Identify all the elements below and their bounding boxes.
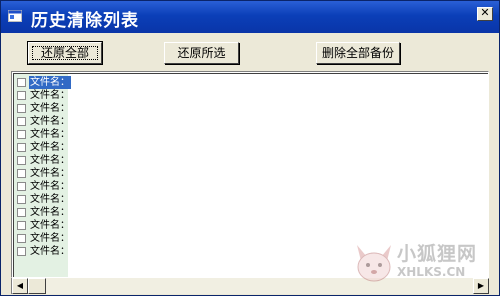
file-name-label: 文件名：	[30, 103, 70, 114]
delete-all-backups-button[interactable]: 删除全部备份	[316, 42, 400, 64]
list-item[interactable]: 文件名：	[14, 167, 74, 180]
list-item[interactable]: 文件名：	[14, 206, 74, 219]
list-item[interactable]: 文件名：	[14, 180, 74, 193]
file-checkbox[interactable]	[17, 234, 26, 243]
file-name-label: 文件名：	[30, 116, 70, 127]
file-checkbox[interactable]	[17, 104, 26, 113]
file-checkbox[interactable]	[17, 91, 26, 100]
file-checkbox[interactable]	[17, 247, 26, 256]
file-name-label: 文件名：	[30, 220, 70, 231]
file-name-label: 文件名：	[30, 207, 70, 218]
list-item[interactable]: 文件名：	[14, 154, 74, 167]
watermark-text-cn: 小狐狸网	[397, 243, 478, 265]
list-item[interactable]: 文件名：	[14, 128, 74, 141]
scroll-left-button[interactable]: ◀	[12, 278, 28, 294]
file-name-label: 文件名：	[30, 129, 70, 140]
list-item[interactable]: 文件名：	[14, 232, 74, 245]
file-checkbox[interactable]	[17, 169, 26, 178]
restore-all-button[interactable]: 还原全部	[27, 41, 103, 65]
app-icon	[8, 10, 22, 22]
close-button[interactable]: ✕	[477, 6, 493, 21]
list-item[interactable]: 文件名：	[14, 102, 74, 115]
restore-all-label: 还原全部	[40, 46, 89, 60]
close-icon: ✕	[480, 6, 490, 19]
fox-logo-icon	[357, 245, 391, 282]
delete-all-backups-label: 删除全部备份	[321, 46, 394, 60]
list-item[interactable]: 文件名：	[14, 89, 74, 102]
site-watermark: 小狐狸网 XHLKS.CN	[353, 237, 493, 291]
file-name-label: 文件名：	[30, 194, 70, 205]
file-name-label: 文件名：	[29, 76, 71, 89]
file-checkbox[interactable]	[17, 182, 26, 191]
list-item[interactable]: 文件名：	[14, 193, 74, 206]
list-item[interactable]: 文件名：	[14, 76, 74, 89]
restore-selected-button[interactable]: 还原所选	[164, 42, 239, 64]
file-name-label: 文件名：	[30, 246, 70, 257]
list-item[interactable]: 文件名：	[14, 245, 74, 258]
file-checkbox[interactable]	[17, 208, 26, 217]
list-item[interactable]: 文件名：	[14, 115, 74, 128]
list-item[interactable]: 文件名：	[14, 219, 74, 232]
file-name-label: 文件名：	[30, 142, 70, 153]
file-checkbox[interactable]	[17, 221, 26, 230]
list-item[interactable]: 文件名：	[14, 141, 74, 154]
file-checkbox[interactable]	[17, 117, 26, 126]
file-name-label: 文件名：	[30, 181, 70, 192]
file-checkbox[interactable]	[17, 195, 26, 204]
history-clear-window: 历史清除列表 ✕ 还原全部 还原所选 删除全部备份 文件名： 文件名： 文件名： 文件…	[0, 0, 500, 296]
file-name-label: 文件名：	[30, 90, 70, 101]
file-checkbox[interactable]	[17, 143, 26, 152]
title-bar[interactable]: 历史清除列表 ✕	[1, 1, 499, 33]
file-name-label: 文件名：	[30, 233, 70, 244]
watermark-text-en: XHLKS.CN	[397, 265, 466, 279]
file-name-label: 文件名：	[30, 155, 70, 166]
file-name-label: 文件名：	[30, 168, 70, 179]
left-arrow-icon: ◀	[16, 281, 24, 290]
scrollbar-thumb[interactable]	[28, 278, 46, 294]
file-checkbox[interactable]	[17, 156, 26, 165]
window-title: 历史清除列表	[31, 11, 139, 31]
file-checkbox[interactable]	[17, 78, 26, 87]
file-checkbox[interactable]	[17, 130, 26, 139]
restore-selected-label: 还原所选	[177, 46, 226, 60]
